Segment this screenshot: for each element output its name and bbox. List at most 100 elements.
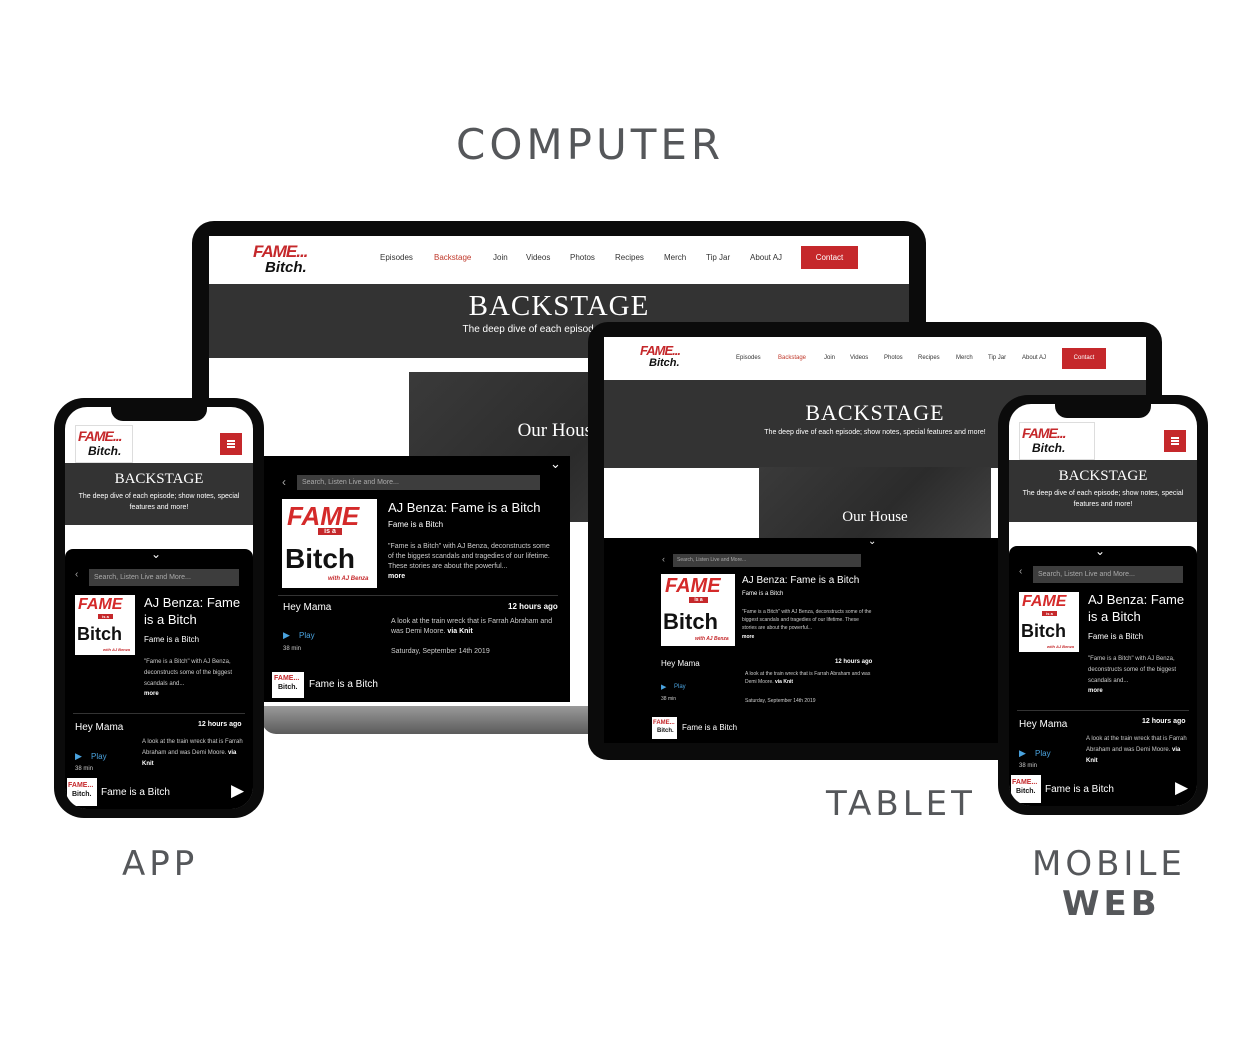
more-link[interactable]: more (1088, 688, 1103, 694)
search-input[interactable]: Search, Listen Live and More... (673, 554, 861, 567)
nav-join[interactable]: Join (824, 355, 835, 361)
nav-recipes[interactable]: Recipes (615, 253, 644, 262)
episode-age: 12 hours ago (835, 659, 873, 665)
nav-photos[interactable]: Photos (884, 355, 903, 361)
episode-description: A look at the train wreck that is Farrah… (142, 739, 243, 767)
chevron-left-icon[interactable]: ‹ (282, 475, 286, 489)
phone-notch (1055, 404, 1151, 418)
site-logo[interactable]: FAME... Bitch. (640, 343, 700, 373)
divider (278, 595, 558, 596)
menu-icon[interactable] (1164, 430, 1186, 452)
more-link[interactable]: more (388, 573, 405, 580)
nav-photos[interactable]: Photos (570, 253, 595, 262)
episode-duration: 38 min (661, 696, 677, 702)
nav-episodes[interactable]: Episodes (736, 355, 761, 361)
hero-banner: BACKSTAGE The deep dive of each episode;… (1009, 460, 1197, 522)
contact-button[interactable]: Contact (1062, 348, 1106, 369)
nav-about-aj[interactable]: About AJ (750, 253, 782, 262)
chevron-left-icon[interactable]: ‹ (1019, 566, 1022, 577)
podcast-cover[interactable]: FAME is a Bitch with AJ Benza (1019, 592, 1079, 652)
player-footer: FAME... Bitch. Fame is a Bitch ▶ (1009, 774, 1197, 806)
footer-logo: FAME... Bitch. (652, 717, 677, 739)
web-player: ⌄ ‹ Search, Listen Live and More... FAME… (1009, 546, 1197, 806)
play-icon[interactable]: ▶ (283, 630, 290, 641)
footer-title: Fame is a Bitch (682, 723, 738, 732)
chevron-left-icon[interactable]: ‹ (662, 554, 665, 564)
podcast-description: "Fame is a Bitch" with AJ Benza, deconst… (1088, 656, 1177, 684)
hero-banner: BACKSTAGE The deep dive of each episode;… (65, 463, 253, 525)
podcast-cover[interactable]: FAME is a Bitch with AJ Benza (282, 499, 377, 588)
web-phone-screen: FAME... Bitch. BACKSTAGE The deep dive o… (1009, 404, 1197, 806)
episode-photo[interactable]: Our House (759, 467, 991, 547)
footer-logo: FAME... Bitch. (1011, 775, 1041, 803)
search-input[interactable]: Search, Listen Live and More... (297, 475, 540, 490)
episode-title[interactable]: Hey Mama (661, 659, 700, 668)
footer-title: Fame is a Bitch (309, 679, 378, 690)
play-button[interactable]: Play (299, 631, 315, 640)
episode-description: A look at the train wreck that is Farrah… (745, 671, 871, 685)
podcast-cover[interactable]: FAME is a Bitch with AJ Benza (661, 574, 735, 646)
more-link[interactable]: more (742, 634, 754, 640)
heading-tablet: TABLET (826, 784, 976, 824)
chevron-down-icon[interactable]: ⌄ (868, 538, 876, 547)
nav-videos[interactable]: Videos (850, 355, 868, 361)
nav-join[interactable]: Join (493, 253, 508, 262)
site-logo[interactable]: FAME... Bitch. (253, 242, 333, 278)
play-icon[interactable]: ▶ (661, 683, 666, 691)
chevron-down-icon[interactable]: ⌄ (550, 456, 561, 472)
site-logo[interactable]: FAME... Bitch. (75, 425, 133, 463)
episode-date: Saturday, September 14th 2019 (745, 698, 816, 704)
hero-subtitle: The deep dive of each episode; show note… (78, 493, 240, 511)
contact-button[interactable]: Contact (801, 246, 858, 269)
episode-description: A look at the train wreck that is Farrah… (1086, 736, 1187, 764)
site-logo[interactable]: FAME... Bitch. (1019, 422, 1095, 460)
nav-videos[interactable]: Videos (526, 253, 550, 262)
laptop-base (262, 706, 602, 734)
play-icon[interactable]: ▶ (1019, 748, 1026, 759)
nav-merch[interactable]: Merch (664, 253, 686, 262)
more-link[interactable]: more (144, 691, 159, 697)
chevron-left-icon[interactable]: ‹ (75, 569, 78, 580)
search-input[interactable]: Search, Listen Live and More... (1033, 566, 1183, 583)
play-button[interactable]: Play (91, 752, 107, 761)
podcast-artist: Fame is a Bitch (388, 520, 444, 529)
nav-about-aj[interactable]: About AJ (1022, 355, 1046, 361)
nav-merch[interactable]: Merch (956, 355, 973, 361)
episode-title[interactable]: Hey Mama (1019, 719, 1067, 730)
episode-title[interactable]: Hey Mama (283, 602, 331, 613)
podcast-title: AJ Benza: Fame is a Bitch (144, 595, 241, 627)
podcast-title: AJ Benza: Fame is a Bitch (1088, 592, 1185, 624)
laptop-nav: FAME... Bitch. Episodes Backstage Join V… (209, 236, 909, 284)
menu-icon[interactable] (220, 433, 242, 455)
divider (73, 713, 245, 714)
episode-duration: 38 min (75, 766, 94, 772)
chevron-down-icon[interactable]: ⌄ (1095, 546, 1105, 558)
photo-title: Our House (842, 509, 908, 525)
chevron-down-icon[interactable]: ⌄ (151, 549, 161, 561)
nav-backstage[interactable]: Backstage (434, 253, 471, 262)
app-phone-screen: FAME... Bitch. BACKSTAGE The deep dive o… (65, 407, 253, 809)
play-icon[interactable]: ▶ (75, 751, 82, 762)
player-footer: FAME... Bitch. Fame is a Bitch (644, 715, 884, 743)
play-button[interactable]: Play (674, 684, 686, 690)
heading-computer: COMPUTER (456, 120, 725, 169)
nav-episodes[interactable]: Episodes (380, 253, 413, 262)
episode-description: A look at the train wreck that is Farrah… (391, 618, 553, 635)
heading-mobile: MOBILE (1032, 844, 1186, 884)
play-button[interactable]: Play (1035, 749, 1051, 758)
nav-backstage[interactable]: Backstage (778, 355, 806, 361)
footer-logo: FAME... Bitch. (67, 778, 97, 806)
search-input[interactable]: Search, Listen Live and More... (89, 569, 239, 586)
app-player: ⌄ ‹ Search, Listen Live and More... FAME… (65, 549, 253, 809)
nav-tip-jar[interactable]: Tip Jar (988, 355, 1006, 361)
nav-recipes[interactable]: Recipes (918, 355, 940, 361)
podcast-cover[interactable]: FAME is a Bitch with AJ Benza (75, 595, 135, 655)
podcast-title: AJ Benza: Fame is a Bitch (388, 500, 541, 515)
play-icon[interactable]: ▶ (231, 781, 244, 801)
hero-title: BACKSTAGE (468, 290, 650, 322)
nav-tip-jar[interactable]: Tip Jar (706, 253, 730, 262)
episode-title[interactable]: Hey Mama (75, 722, 123, 733)
play-icon[interactable]: ▶ (1175, 778, 1188, 798)
episode-age: 12 hours ago (1142, 718, 1186, 725)
hero-title: BACKSTAGE (114, 471, 204, 487)
